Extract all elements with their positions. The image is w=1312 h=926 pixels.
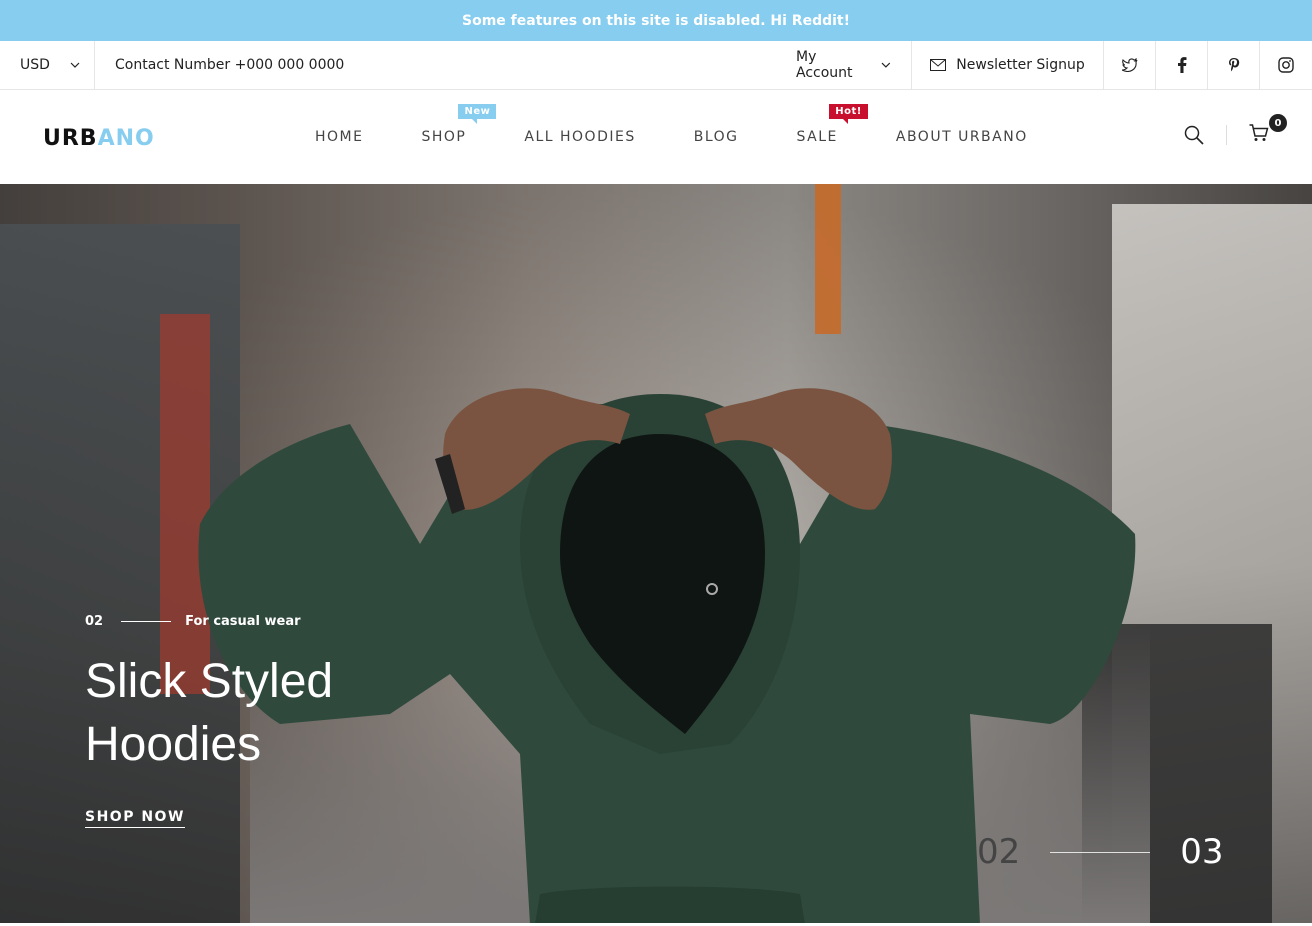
slide-tagline: 02 For casual wear [85,614,301,629]
cart-count-badge: 0 [1269,114,1287,132]
newsletter-signup-link[interactable]: Newsletter Signup [912,41,1104,89]
pinterest-icon [1228,58,1239,72]
tagline-divider [121,621,172,622]
currency-label: USD [20,57,50,73]
my-account-label: My Account [796,49,853,81]
nav-menu: HOME SHOP New ALL HOODIES BLOG SALE Hot!… [315,104,1028,145]
hot-badge: Hot! [829,104,868,124]
nav-item-about-urbano[interactable]: ABOUT URBANO [896,129,1028,145]
nav-item-shop[interactable]: SHOP New [421,104,497,145]
hoodie-model-image [198,388,1136,923]
current-slide-number[interactable]: 02 [977,832,1020,872]
announcement-bar: Some features on this site is disabled. … [0,0,1312,41]
my-account-menu[interactable]: My Account [796,41,912,89]
nav-item-blog[interactable]: BLOG [694,129,739,145]
slide-pagination: 02 03 [977,832,1224,872]
next-slide-number[interactable]: 03 [1180,832,1223,872]
nav-item-sale[interactable]: SALE Hot! [796,104,868,145]
nav-icons: 0 [1184,114,1287,146]
hero-title-line-1: Slick Styled [85,655,334,708]
contact-number: Contact Number +000 000 0000 [115,57,345,73]
nav-item-label: HOME [315,129,364,145]
nav-item-label: BLOG [693,129,739,145]
facebook-icon [1177,57,1186,73]
newsletter-label: Newsletter Signup [956,57,1085,73]
urbano-logo[interactable]: URBANO [43,126,155,151]
tagline-text: For casual wear [185,614,301,629]
chevron-down-icon [881,62,891,68]
instagram-icon [1278,57,1294,73]
pinterest-link[interactable] [1208,41,1260,89]
shop-now-button[interactable]: SHOP NOW [85,809,185,828]
nav-item-label: ABOUT URBANO [895,129,1028,145]
nav-item-all-hoodies[interactable]: ALL HOODIES [524,129,635,145]
hero-slider: 02 For casual wear Slick Styled Hoodies … [0,184,1312,923]
cart-button[interactable]: 0 [1249,114,1287,146]
pagination-divider [1050,851,1151,853]
nav-item-home[interactable]: HOME [315,129,363,145]
hero-title-line-2: Hoodies [85,718,262,771]
top-bar: USD Contact Number +000 000 0000 My Acco… [0,41,1312,90]
currency-selector[interactable]: USD [0,41,95,89]
main-navigation: URBANO HOME SHOP New ALL HOODIES BLOG SA… [0,90,1312,184]
search-icon[interactable] [1184,125,1204,145]
nav-item-label: SALE [796,129,838,145]
slide-number: 02 [85,614,104,629]
chevron-down-icon [70,62,80,68]
envelope-icon [930,59,947,71]
nav-item-label: ALL HOODIES [524,129,636,145]
new-badge: New [458,104,497,124]
nav-item-label: SHOP [421,129,467,145]
cart-icon [1249,124,1269,141]
twitter-icon [1121,58,1137,72]
twitter-link[interactable] [1104,41,1156,89]
instagram-link[interactable] [1260,41,1312,89]
hero-title: Slick Styled Hoodies [85,650,333,776]
icon-divider [1226,125,1227,145]
facebook-link[interactable] [1156,41,1208,89]
